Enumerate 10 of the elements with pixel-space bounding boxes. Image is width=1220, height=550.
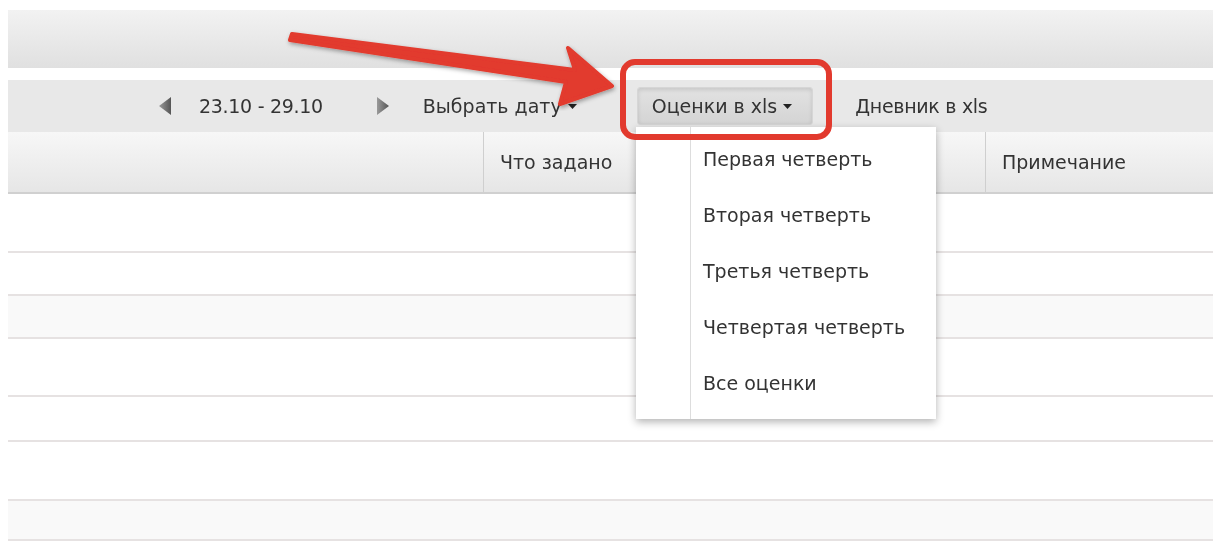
menu-item[interactable]: Все оценки: [691, 355, 936, 411]
column-header: Примечание: [985, 132, 1213, 192]
menu-item[interactable]: Первая четверть: [691, 131, 936, 187]
date-picker-dropdown[interactable]: Выбрать дату: [422, 91, 577, 121]
diary-export-link[interactable]: Дневник в xls: [855, 91, 988, 121]
menu-item[interactable]: Четвертая четверть: [691, 299, 936, 355]
date-range: 23.10 - 29.10: [199, 93, 323, 119]
menu-item[interactable]: Вторая четверть: [691, 187, 936, 243]
grades-export-dropdown[interactable]: Оценки в xls: [636, 87, 814, 125]
menu-item[interactable]: Третья четверть: [691, 243, 936, 299]
